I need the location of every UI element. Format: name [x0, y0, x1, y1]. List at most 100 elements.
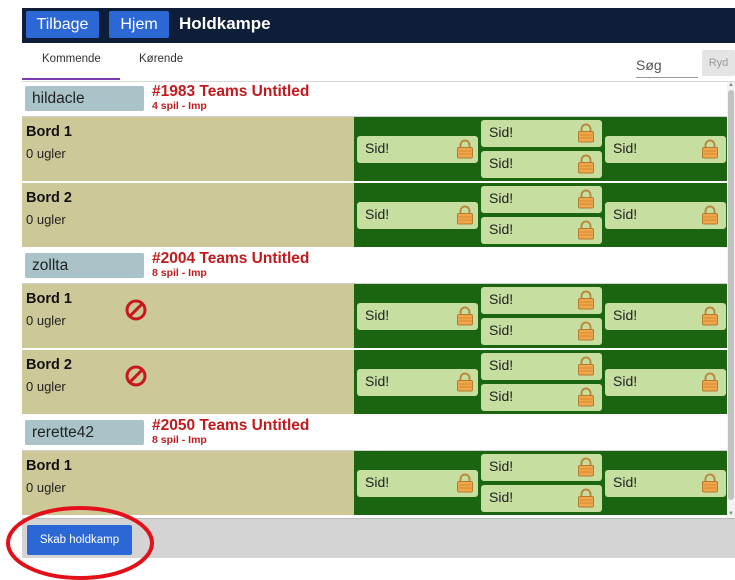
lock-icon — [456, 372, 474, 392]
lock-icon — [456, 306, 474, 326]
player-badge[interactable]: hildacle — [25, 86, 144, 111]
player-badge[interactable]: zollta — [25, 253, 144, 278]
team-header: zollta #2004 Teams Untitled 8 spil - Imp — [22, 249, 727, 284]
seat-button[interactable]: Sid! — [357, 202, 478, 229]
seat-area: Sid! Sid! Sid! Sid! — [354, 350, 727, 414]
tab-upcoming[interactable]: Kommende — [42, 53, 101, 65]
lock-icon — [577, 154, 595, 174]
seat-label: Sid! — [365, 307, 390, 323]
tab-running[interactable]: Kørende — [139, 53, 183, 65]
lock-icon — [701, 139, 719, 159]
back-button[interactable]: Tilbage — [26, 11, 99, 38]
seat-label: Sid! — [489, 322, 514, 338]
seat-button[interactable]: Sid! — [481, 353, 602, 380]
seat-button[interactable]: Sid! — [481, 318, 602, 345]
blocked-icon — [124, 364, 148, 388]
seat-button[interactable]: Sid! — [357, 303, 478, 330]
table-name: Bord 1 — [26, 458, 72, 474]
team-name[interactable]: #2004 Teams Untitled — [152, 250, 309, 268]
create-team-match-button[interactable]: Skab holdkamp — [27, 525, 132, 555]
seat-button[interactable]: Sid! — [605, 202, 726, 229]
lock-icon — [577, 189, 595, 209]
seat-button[interactable]: Sid! — [357, 369, 478, 396]
table-name: Bord 1 — [26, 124, 72, 140]
seat-area: Sid! Sid! Sid! Sid! — [354, 183, 727, 247]
table-owls: 0 ugler — [26, 313, 66, 328]
clear-button[interactable]: Ryd — [702, 50, 735, 76]
lock-icon — [577, 356, 595, 376]
seat-label: Sid! — [365, 140, 390, 156]
app-window: Tilbage Hjem Holdkampe Kommende Kørende … — [22, 8, 735, 558]
footer-bar: Skab holdkamp — [22, 518, 735, 558]
table-owls: 0 ugler — [26, 480, 66, 495]
seat-label: Sid! — [489, 155, 514, 171]
seat-button[interactable]: Sid! — [481, 454, 602, 481]
lock-icon — [577, 321, 595, 341]
seat-button[interactable]: Sid! — [481, 151, 602, 178]
seat-label: Sid! — [489, 124, 514, 140]
scrollbar[interactable]: ▲ ▼ — [727, 82, 735, 519]
lock-icon — [577, 290, 595, 310]
team-info: 8 spil - Imp — [152, 434, 207, 446]
lock-icon — [701, 473, 719, 493]
lock-icon — [577, 387, 595, 407]
seat-button[interactable]: Sid! — [481, 485, 602, 512]
seat-label: Sid! — [489, 291, 514, 307]
seat-label: Sid! — [613, 206, 638, 222]
team-info: 4 spil - Imp — [152, 100, 207, 112]
scroll-down-arrow[interactable]: ▼ — [728, 511, 734, 517]
team-header: rerette42 #2050 Teams Untitled 8 spil - Im… — [22, 416, 727, 451]
search-input[interactable] — [636, 53, 698, 78]
seat-label: Sid! — [489, 388, 514, 404]
team-name[interactable]: #2050 Teams Untitled — [152, 417, 309, 435]
table-row: Bord 1 0 ugler Sid! Sid! Sid! Sid! — [22, 451, 727, 517]
seat-button[interactable]: Sid! — [605, 303, 726, 330]
lock-icon — [577, 488, 595, 508]
table-row: Bord 1 0 ugler Sid! Sid! Sid! Sid! — [22, 284, 727, 350]
table-name: Bord 2 — [26, 190, 72, 206]
team-list[interactable]: hildacle #1983 Teams Untitled 4 spil - Imp… — [22, 82, 727, 519]
lock-icon — [577, 220, 595, 240]
scroll-up-arrow[interactable]: ▲ — [728, 82, 734, 88]
table-owls: 0 ugler — [26, 146, 66, 161]
team-name[interactable]: #1983 Teams Untitled — [152, 83, 309, 101]
seat-button[interactable]: Sid! — [605, 470, 726, 497]
table-row: Bord 2 0 ugler Sid! Sid! Sid! Sid! — [22, 350, 727, 416]
seat-button[interactable]: Sid! — [605, 136, 726, 163]
table-info: Bord 2 0 ugler — [22, 183, 354, 247]
seat-button[interactable]: Sid! — [481, 287, 602, 314]
lock-icon — [701, 205, 719, 225]
table-owls: 0 ugler — [26, 379, 66, 394]
seat-button[interactable]: Sid! — [605, 369, 726, 396]
seat-button[interactable]: Sid! — [357, 470, 478, 497]
seat-area: Sid! Sid! Sid! Sid! — [354, 284, 727, 348]
table-info: Bord 2 0 ugler — [22, 350, 354, 414]
team-header: hildacle #1983 Teams Untitled 4 spil - Imp — [22, 82, 727, 117]
player-badge[interactable]: rerette42 — [25, 420, 144, 445]
seat-label: Sid! — [489, 221, 514, 237]
seat-button[interactable]: Sid! — [481, 217, 602, 244]
seat-button[interactable]: Sid! — [481, 384, 602, 411]
team-info: 8 spil - Imp — [152, 267, 207, 279]
home-button[interactable]: Hjem — [109, 11, 169, 38]
seat-button[interactable]: Sid! — [481, 120, 602, 147]
seat-label: Sid! — [613, 474, 638, 490]
seat-button[interactable]: Sid! — [357, 136, 478, 163]
seat-label: Sid! — [365, 206, 390, 222]
seat-label: Sid! — [613, 140, 638, 156]
active-tab-indicator — [22, 78, 120, 80]
seat-area: Sid! Sid! Sid! Sid! — [354, 451, 727, 515]
seat-label: Sid! — [489, 458, 514, 474]
seat-label: Sid! — [613, 373, 638, 389]
lock-icon — [701, 306, 719, 326]
scrollbar-thumb[interactable] — [728, 90, 734, 500]
seat-label: Sid! — [365, 474, 390, 490]
seat-label: Sid! — [489, 489, 514, 505]
table-name: Bord 1 — [26, 291, 72, 307]
table-row: Bord 1 0 ugler Sid! Sid! Sid! Sid! — [22, 117, 727, 183]
seat-button[interactable]: Sid! — [481, 186, 602, 213]
tab-bar: Kommende Kørende Ryd — [22, 43, 735, 82]
lock-icon — [456, 473, 474, 493]
blocked-icon — [124, 298, 148, 322]
seat-label: Sid! — [489, 357, 514, 373]
